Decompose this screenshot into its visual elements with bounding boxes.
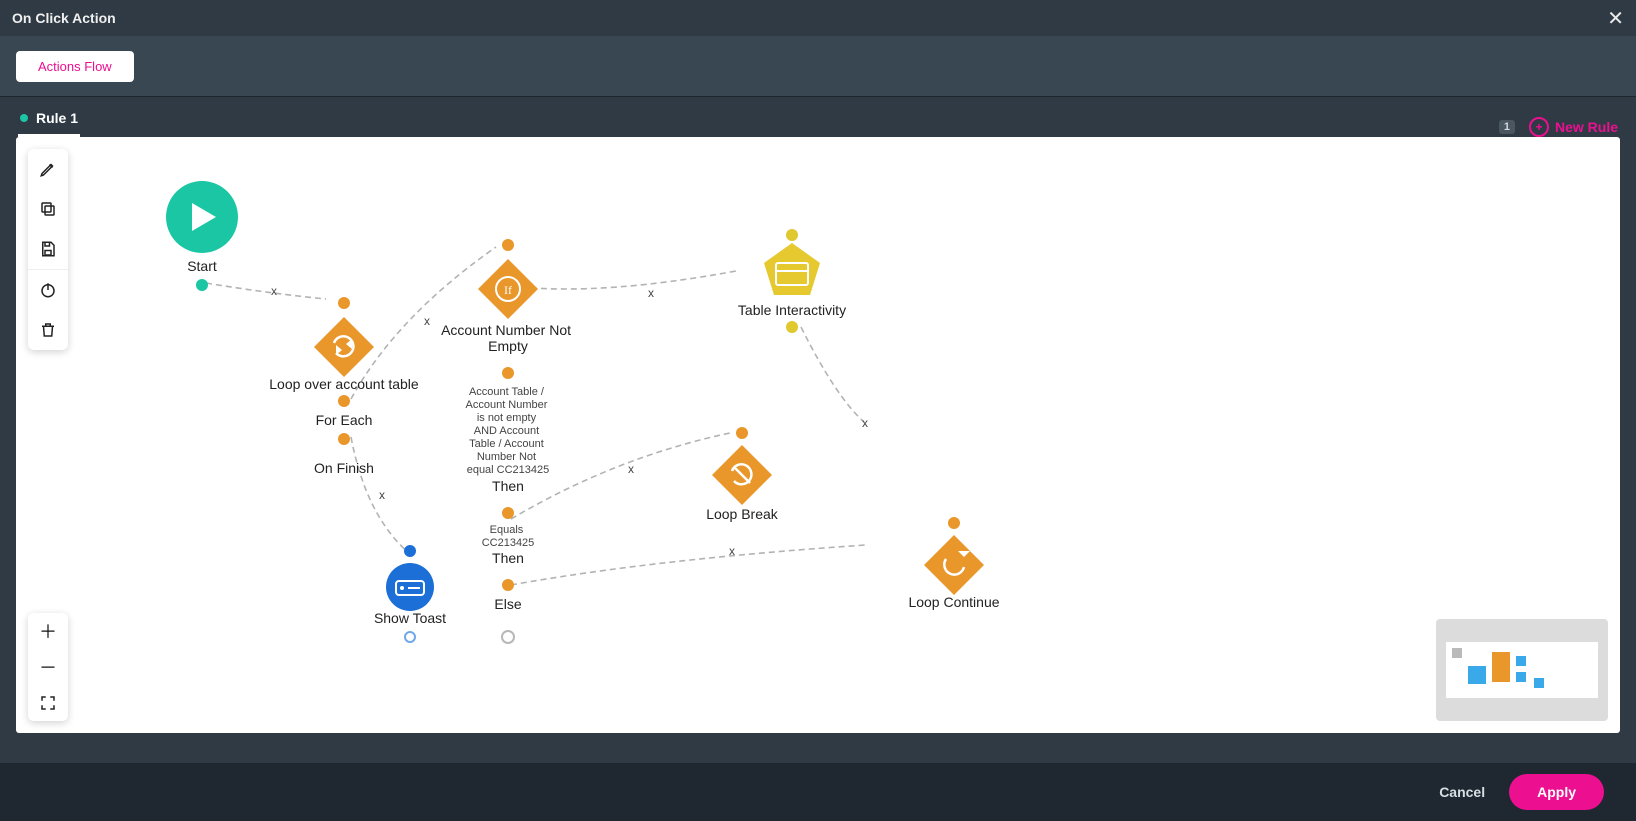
flow-canvas[interactable]: x x x x x x x Start Loop over (16, 137, 1620, 733)
zoom-bar: ＋ － (28, 613, 68, 721)
svg-text:Then: Then (492, 478, 524, 494)
canvas-toolbar (28, 149, 68, 350)
svg-text:x: x (424, 314, 430, 328)
svg-text:On Finish: On Finish (314, 460, 374, 476)
dialog-title: On Click Action (12, 10, 116, 26)
rule-count-badge: 1 (1499, 120, 1515, 134)
copy-icon[interactable] (28, 189, 68, 229)
dialog-footer: Cancel Apply (0, 763, 1636, 821)
svg-text:x: x (628, 462, 634, 476)
apply-button[interactable]: Apply (1509, 774, 1604, 810)
svg-text:Table Interactivity: Table Interactivity (738, 302, 846, 318)
svg-text:If: If (504, 283, 512, 297)
svg-text:x: x (729, 544, 735, 558)
fit-screen-button[interactable] (28, 685, 68, 721)
svg-text:x: x (271, 284, 277, 298)
tab-rule-1[interactable]: Rule 1 (18, 100, 80, 137)
minimap[interactable] (1436, 619, 1608, 721)
main-header: Actions Flow (0, 36, 1636, 96)
svg-text:x: x (862, 416, 868, 430)
svg-text:x: x (648, 286, 654, 300)
trash-icon[interactable] (28, 310, 68, 350)
svg-text:Loop over account table: Loop over account table (269, 376, 419, 392)
new-rule-button[interactable]: + New Rule (1529, 117, 1618, 137)
cancel-button[interactable]: Cancel (1439, 784, 1485, 800)
power-icon[interactable] (28, 270, 68, 310)
tab-bar: Rule 1 1 + New Rule (0, 96, 1636, 137)
dialog-header: On Click Action ✕ (0, 0, 1636, 36)
zoom-in-button[interactable]: ＋ (28, 613, 68, 649)
zoom-out-button[interactable]: － (28, 649, 68, 685)
close-icon[interactable]: ✕ (1607, 6, 1624, 31)
rule-status-dot (20, 114, 28, 122)
svg-text:Loop Continue: Loop Continue (908, 594, 999, 610)
svg-text:Start: Start (187, 258, 217, 274)
svg-text:For Each: For Each (316, 412, 373, 428)
svg-text:Loop Break: Loop Break (706, 506, 779, 522)
tab-label: Rule 1 (36, 110, 78, 126)
svg-text:Account Table / Accoun: Account Table / Account Number is not em… (466, 386, 551, 476)
svg-text:Else: Else (494, 596, 521, 612)
new-rule-label: New Rule (1555, 119, 1618, 135)
svg-text:Show Toast: Show Toast (374, 610, 446, 626)
svg-text:Then: Then (492, 550, 524, 566)
save-icon[interactable] (28, 229, 68, 269)
edit-icon[interactable] (28, 149, 68, 189)
svg-text:x: x (379, 488, 385, 502)
plus-circle-icon: + (1529, 117, 1549, 137)
actions-flow-button[interactable]: Actions Flow (16, 51, 134, 82)
